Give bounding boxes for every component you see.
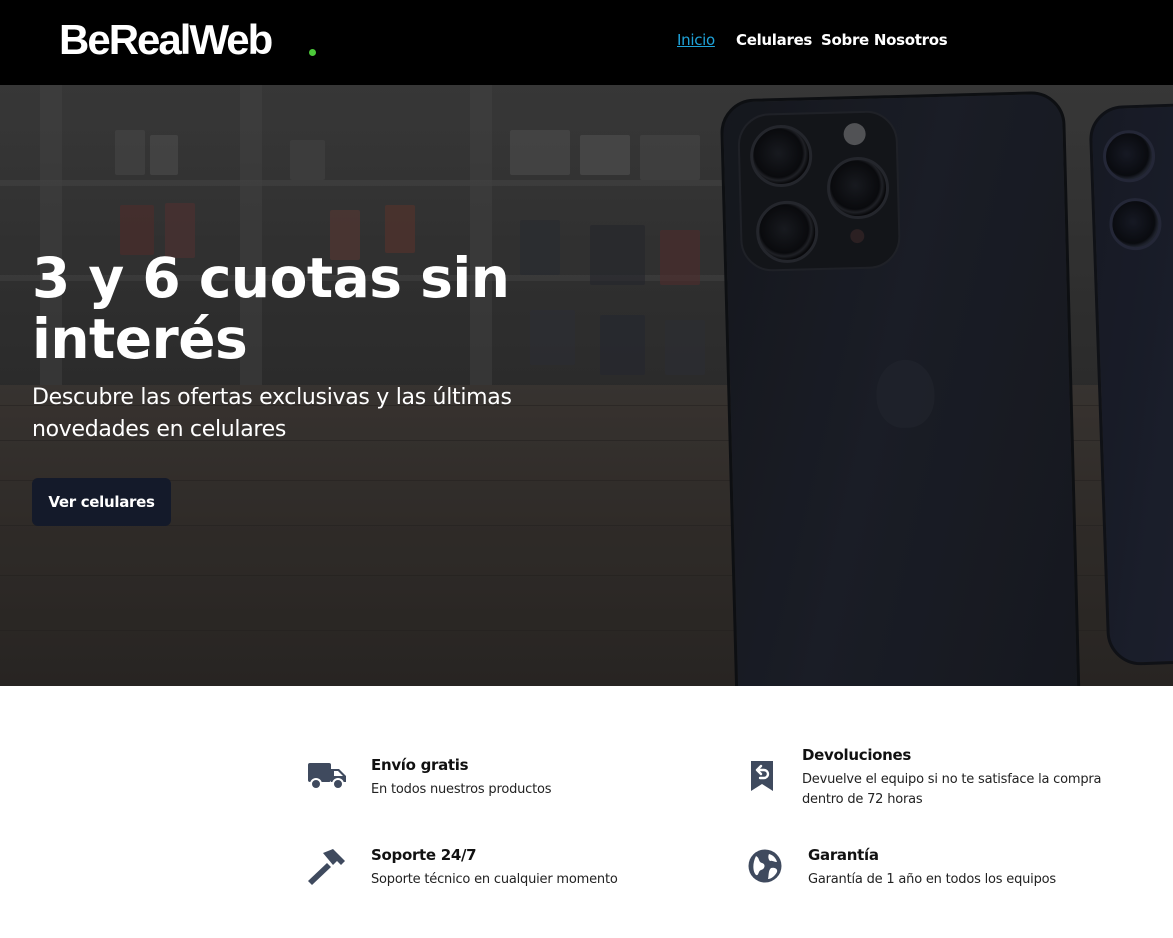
features-section: Envío gratis En todos nuestros productos… [0,686,1173,938]
feature-title: Envío gratis [371,756,469,774]
nav-link-sobre-nosotros[interactable]: Sobre Nosotros [821,30,948,50]
truck-icon [308,763,346,790]
site-header: BeRealWeb Inicio Celulares Sobre Nosotro… [0,0,1173,85]
hero-subtitle: Descubre las ofertas exclusivas y las úl… [32,385,512,442]
feature-description: Soporte técnico en cualquier momento [371,872,618,887]
feature-description: En todos nuestros productos [371,782,552,797]
return-icon [751,761,773,791]
hero-title: 3 y 6 cuotas sin interés [32,246,510,371]
nav-link-celulares[interactable]: Celulares [736,30,812,50]
view-phones-button[interactable]: Ver celulares [32,478,171,526]
hero-banner: 3 y 6 cuotas sin interés Descubre las of… [0,85,1173,686]
feature-title: Garantía [808,846,879,864]
globe-icon [748,849,782,883]
logo-dot [309,49,316,56]
nav-link-inicio[interactable]: Inicio [677,30,715,50]
feature-title: Soporte 24/7 [371,846,477,864]
feature-description: Garantía de 1 año en todos los equipos [808,872,1056,887]
feature-description: Devuelve el equipo si no te satisface la… [802,772,1102,807]
feature-title: Devoluciones [802,746,912,764]
brand-logo[interactable]: BeRealWeb [59,16,273,64]
hammer-icon [308,849,345,885]
